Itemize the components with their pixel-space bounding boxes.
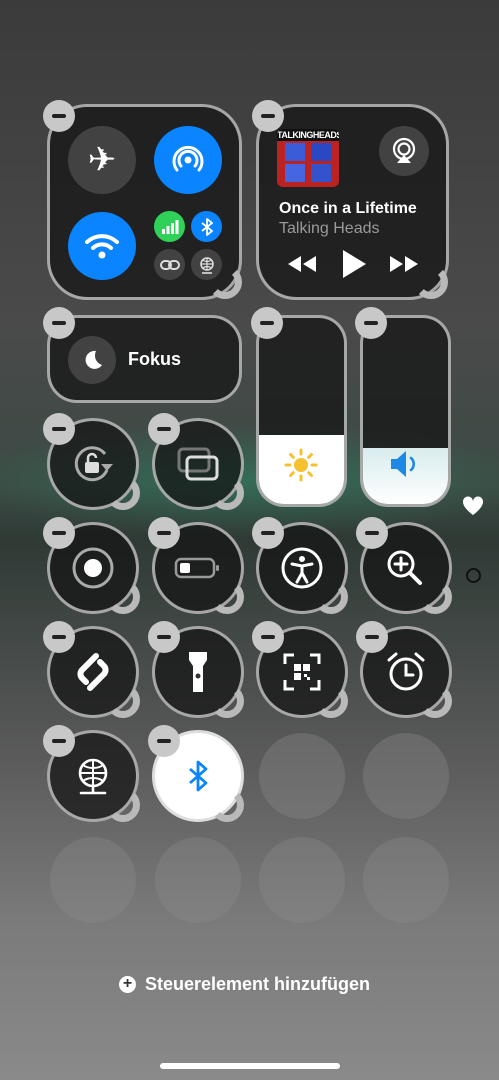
bluetooth-small-button[interactable] — [191, 211, 222, 242]
remove-magnifier-button[interactable] — [356, 517, 388, 549]
focus-label: Fokus — [128, 349, 182, 369]
empty-slot — [259, 733, 345, 819]
resize-handle[interactable] — [414, 265, 448, 299]
resize-handle[interactable] — [210, 476, 244, 510]
hotspot-button[interactable] — [154, 249, 185, 280]
heart-icon — [462, 496, 484, 515]
remove-code-scanner-button[interactable] — [252, 621, 284, 653]
empty-slot — [363, 733, 449, 819]
resize-handle[interactable] — [106, 476, 140, 510]
remove-accessibility-button[interactable] — [252, 517, 284, 549]
resize-handle[interactable] — [208, 265, 242, 299]
song-title: Once in a Lifetime — [279, 200, 417, 217]
play-button[interactable] — [338, 248, 370, 280]
moon-icon — [85, 350, 102, 369]
airplane-mode-button[interactable]: ✈ — [68, 126, 136, 194]
airplane-icon: ✈ — [87, 141, 117, 179]
link-icon — [159, 259, 180, 270]
remove-focus-button[interactable] — [43, 307, 75, 339]
home-indicator[interactable] — [160, 1063, 340, 1069]
resize-handle[interactable] — [314, 580, 348, 614]
remove-connectivity-button[interactable] — [43, 100, 75, 132]
remove-screen-recording-button[interactable] — [43, 517, 75, 549]
remove-alarm-button[interactable] — [356, 621, 388, 653]
artist-name: Talking Heads — [279, 220, 380, 237]
empty-slot — [363, 837, 449, 923]
remove-brightness-button[interactable] — [251, 307, 283, 339]
battery-icon — [173, 554, 223, 582]
remove-screen-mirroring-button[interactable] — [148, 413, 180, 445]
empty-slot — [50, 837, 136, 923]
resize-handle[interactable] — [210, 580, 244, 614]
plus-circle-icon: + — [119, 975, 136, 993]
add-control-label: Steuerelement hinzufügen — [145, 973, 371, 994]
remove-flashlight-button[interactable] — [148, 621, 180, 653]
remove-volume-button[interactable] — [355, 307, 387, 339]
add-control-button[interactable]: + Steuerelement hinzufügen — [119, 972, 370, 996]
speaker-icon — [385, 447, 425, 481]
empty-slot — [155, 837, 241, 923]
remove-shazam-button[interactable] — [43, 621, 75, 653]
album-art-text: TALKINGHEADS — [277, 129, 339, 141]
resize-handle[interactable] — [106, 788, 140, 822]
rewind-icon — [288, 256, 316, 272]
airdrop-icon — [172, 145, 204, 172]
empty-slot — [259, 837, 345, 923]
resize-handle[interactable] — [210, 684, 244, 718]
album-art: TALKINGHEADS — [277, 129, 339, 187]
page-indicator-dot[interactable] — [466, 568, 481, 583]
remove-media-button[interactable] — [252, 100, 284, 132]
resize-handle[interactable] — [418, 580, 452, 614]
resize-handle[interactable] — [106, 684, 140, 718]
remove-rotation-lock-button[interactable] — [43, 413, 75, 445]
wifi-button[interactable] — [68, 212, 136, 280]
remove-bluetooth-button[interactable] — [148, 725, 180, 757]
resize-handle[interactable] — [418, 684, 452, 718]
wifi-icon — [85, 234, 119, 259]
remove-low-power-button[interactable] — [148, 517, 180, 549]
airplay-icon — [392, 137, 416, 163]
bluetooth-icon — [200, 217, 213, 236]
airplay-button[interactable] — [379, 126, 429, 176]
play-icon — [343, 250, 366, 278]
airdrop-button[interactable] — [154, 126, 222, 194]
cellular-button[interactable] — [154, 211, 185, 242]
resize-handle[interactable] — [106, 580, 140, 614]
heart-page-indicator[interactable] — [461, 494, 485, 518]
remove-vpn-button[interactable] — [43, 725, 75, 757]
rewind-button[interactable] — [284, 252, 320, 276]
resize-handle[interactable] — [210, 788, 244, 822]
focus-icon-button — [68, 336, 116, 384]
cellular-icon — [161, 219, 178, 234]
resize-handle[interactable] — [314, 684, 348, 718]
sun-icon — [282, 446, 320, 484]
